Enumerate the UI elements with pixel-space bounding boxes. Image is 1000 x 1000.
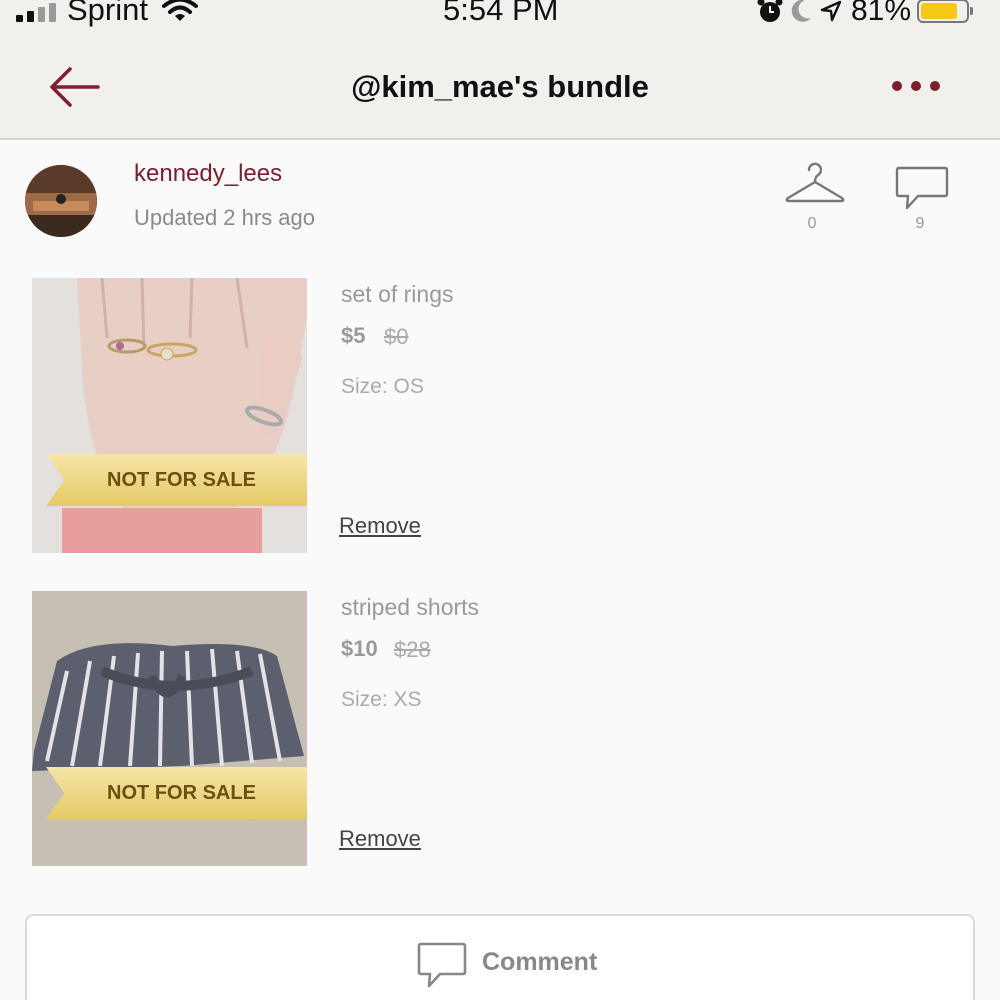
speech-bubble-icon <box>895 166 949 210</box>
remove-button[interactable]: Remove <box>339 513 421 539</box>
status-time: 5:54 PM <box>443 0 559 27</box>
list-item[interactable]: NOT FOR SALE striped shorts $10 $28 Size… <box>0 591 1000 871</box>
battery-icon <box>917 0 974 23</box>
seller-username[interactable]: kennedy_lees <box>134 160 282 188</box>
updated-time: Updated 2 hrs ago <box>134 205 316 230</box>
item-size: Size: XS <box>341 688 422 711</box>
comment-button-label: Comment <box>482 948 598 976</box>
speech-bubble-icon <box>417 942 467 988</box>
likes-count: 0 <box>807 215 817 232</box>
not-for-sale-badge: NOT FOR SALE <box>46 767 307 819</box>
comment-button[interactable]: Comment <box>25 914 975 1000</box>
status-bar: Sprint 5:54 PM 81% <box>0 0 1000 40</box>
comments-count: 9 <box>915 215 925 232</box>
item-original-price: $0 <box>384 324 409 349</box>
hanger-icon <box>785 162 845 203</box>
item-name[interactable]: striped shorts <box>341 594 479 621</box>
item-price: $10 <box>341 636 378 661</box>
like-button[interactable] <box>784 160 846 208</box>
navigation-bar: @kim_mae's bundle <box>0 40 1000 140</box>
item-size: Size: OS <box>341 375 424 398</box>
comments-button[interactable] <box>894 164 950 212</box>
item-image[interactable]: NOT FOR SALE <box>32 591 307 866</box>
remove-button[interactable]: Remove <box>339 826 421 852</box>
wifi-icon <box>162 0 198 21</box>
signal-icon <box>16 3 56 22</box>
page-title: @kim_mae's bundle <box>351 69 649 104</box>
item-image[interactable]: NOT FOR SALE <box>32 278 307 553</box>
carrier-name: Sprint <box>67 0 148 27</box>
list-item[interactable]: NOT FOR SALE set of rings $5 $0 Size: OS… <box>0 278 1000 558</box>
moon-icon <box>791 0 811 22</box>
ellipsis-icon <box>892 81 902 91</box>
item-name[interactable]: set of rings <box>341 281 454 308</box>
avatar[interactable] <box>25 165 97 237</box>
battery-percentage: 81% <box>851 0 912 27</box>
not-for-sale-badge: NOT FOR SALE <box>46 454 307 506</box>
location-icon <box>820 0 842 22</box>
more-options-button[interactable] <box>892 76 948 96</box>
item-price: $5 <box>341 323 366 348</box>
item-original-price: $28 <box>394 637 431 662</box>
alarm-icon <box>757 0 783 22</box>
